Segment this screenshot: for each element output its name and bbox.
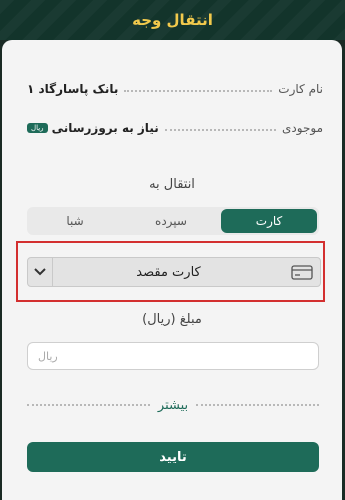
balance-refresh-link[interactable]: نیاز به بروزرسانی bbox=[52, 121, 159, 135]
tab-card[interactable]: کارت bbox=[221, 209, 317, 233]
card-name-label: نام کارت bbox=[278, 82, 323, 96]
dotted-divider bbox=[196, 404, 320, 406]
card-name-value: بانک پاسارگاد ۱ bbox=[27, 82, 119, 96]
app-frame: انتقال وجه نام کارت بانک پاسارگاد ۱ موجو… bbox=[0, 0, 345, 500]
card-name-row: نام کارت بانک پاسارگاد ۱ bbox=[27, 79, 323, 99]
dotted-divider bbox=[124, 90, 273, 92]
balance-row: موجودی نیاز به بروزرسانی ریال bbox=[27, 118, 323, 138]
destination-card-label: کارت مقصد bbox=[136, 264, 201, 280]
page-title: انتقال وجه bbox=[132, 11, 213, 29]
transfer-to-label: انتقال به bbox=[149, 177, 195, 192]
balance-label: موجودی bbox=[282, 121, 323, 135]
destination-card-select[interactable]: کارت مقصد bbox=[27, 257, 321, 287]
transfer-type-tabs: کارت سپرده شبا bbox=[27, 207, 319, 235]
transfer-form-card: نام کارت بانک پاسارگاد ۱ موجودی نیاز به … bbox=[2, 40, 342, 500]
chevron-down-icon bbox=[28, 258, 53, 286]
amount-label: مبلغ (ریال) bbox=[142, 312, 202, 327]
app-header: انتقال وجه bbox=[0, 0, 345, 40]
amount-input[interactable] bbox=[27, 342, 319, 370]
dotted-divider bbox=[27, 404, 150, 406]
more-options-row: بیشتر bbox=[27, 395, 320, 415]
tab-sheba[interactable]: شبا bbox=[27, 207, 123, 235]
tab-deposit[interactable]: سپرده bbox=[123, 207, 219, 235]
currency-badge: ریال bbox=[27, 123, 48, 133]
credit-card-icon bbox=[284, 264, 320, 280]
confirm-button[interactable]: تایید bbox=[27, 442, 319, 472]
more-options-link[interactable]: بیشتر bbox=[158, 398, 188, 413]
dotted-divider bbox=[164, 129, 277, 131]
